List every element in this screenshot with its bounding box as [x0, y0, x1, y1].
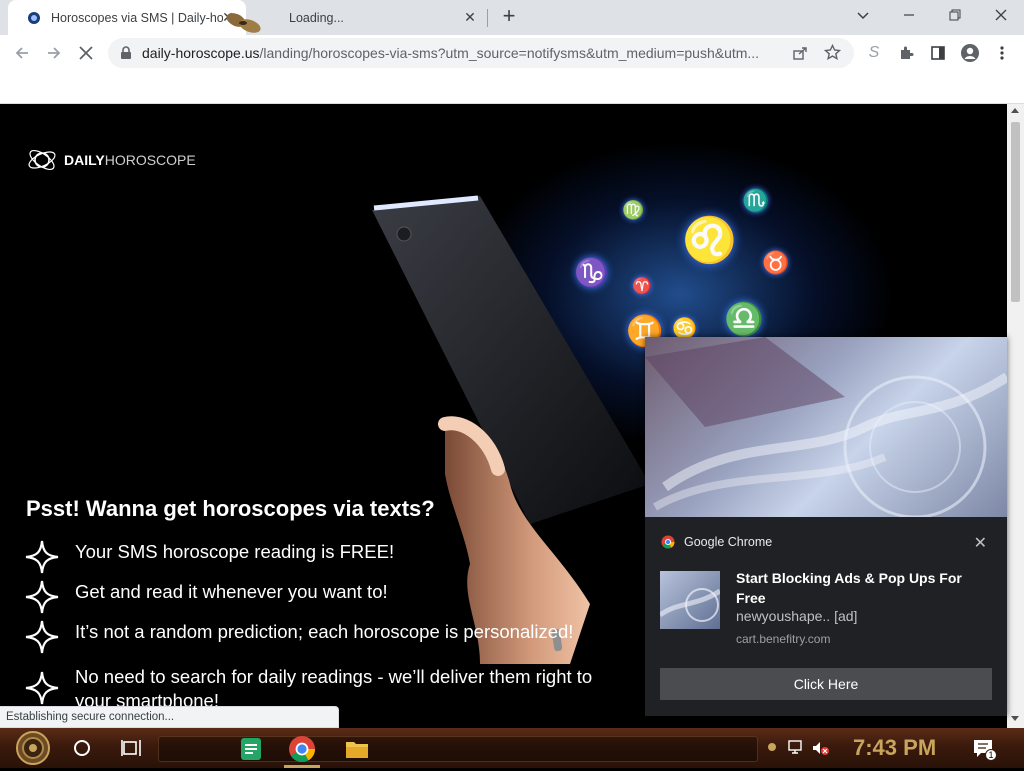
- sparkle-star-icon: [25, 671, 59, 705]
- notification-domain: cart.benefitry.com: [736, 632, 831, 646]
- phone-hand-illustration: [372, 195, 650, 664]
- page-headline: Psst! Wanna get horoscopes via texts?: [26, 496, 435, 521]
- chrome-logo-icon: [661, 535, 675, 549]
- task-view-icon: [121, 740, 141, 756]
- minimize-button[interactable]: [886, 0, 932, 30]
- share-icon[interactable]: [792, 45, 808, 66]
- taskbar-app-explorer[interactable]: [344, 736, 370, 762]
- zodiac-glyph: ♉: [762, 250, 790, 275]
- zodiac-glyph: ♌: [682, 216, 737, 265]
- close-window-button[interactable]: [978, 0, 1024, 30]
- network-icon[interactable]: [788, 740, 806, 756]
- profile-button[interactable]: [956, 39, 984, 67]
- tab-strip: Horoscopes via SMS | Daily-ho ✕ Loading.…: [0, 0, 1024, 35]
- zodiac-glyph: ♎: [724, 301, 764, 337]
- feature-text: Get and read it whenever you want to!: [75, 581, 388, 602]
- tray-overflow-icon[interactable]: [768, 743, 776, 751]
- sparkle-star-icon: [25, 540, 59, 574]
- forward-arrow-icon: [48, 47, 61, 59]
- notification-thumbnail: [660, 571, 720, 629]
- loading-spinner-icon: [264, 10, 280, 26]
- feature-item: It’s not a random prediction; each horos…: [24, 619, 573, 655]
- taskbar-clock[interactable]: 7:43 PM: [853, 735, 936, 761]
- zodiac-glyph: ♍: [622, 200, 645, 220]
- volume-muted-icon[interactable]: [812, 740, 830, 756]
- notification-action-button[interactable]: Click Here: [660, 668, 992, 700]
- kebab-menu-icon: [1000, 46, 1004, 60]
- toolbar: daily-horoscope.us/landing/horoscopes-vi…: [0, 35, 1024, 71]
- action-center-button[interactable]: 1: [972, 738, 998, 762]
- zodiac-glyph: ♏: [742, 188, 770, 213]
- url-host: daily-horoscope.us: [142, 45, 260, 61]
- spreadsheet-app-icon: [241, 738, 261, 760]
- notification-source: Google Chrome: [661, 535, 772, 549]
- feature-item: Get and read it whenever you want to!: [24, 579, 388, 615]
- new-tab-button[interactable]: +: [496, 5, 522, 29]
- notification-hero-image: [645, 337, 1007, 517]
- cortana-circle-icon: [74, 740, 90, 756]
- avatar-icon: [961, 44, 979, 62]
- bookmark-star-icon[interactable]: [823, 43, 842, 66]
- tab-search-button[interactable]: [840, 0, 886, 30]
- close-icon: [995, 9, 1007, 21]
- side-panel-button[interactable]: [924, 39, 952, 67]
- stop-icon: [79, 46, 93, 60]
- status-bubble: Establishing secure connection...: [0, 706, 339, 728]
- minimize-icon: [904, 14, 914, 16]
- sparkle-star-icon: [25, 580, 59, 614]
- tab-loading[interactable]: Loading... ✕: [250, 0, 488, 35]
- logo-text-bold: DAILY: [64, 152, 105, 168]
- notification-subtitle: newyoushape.. [ad]: [736, 608, 858, 624]
- zodiac-glyph: ♑: [574, 257, 609, 288]
- restore-button[interactable]: [932, 0, 978, 30]
- side-panel-icon: [931, 46, 945, 60]
- start-button[interactable]: [8, 730, 58, 766]
- tab-title: Loading...: [289, 10, 344, 25]
- taskbar-app-chrome[interactable]: [288, 735, 316, 763]
- folder-icon: [346, 742, 368, 758]
- tab-horoscopes[interactable]: Horoscopes via SMS | Daily-ho ✕: [8, 0, 246, 35]
- chrome-notification[interactable]: Google Chrome ✕ Start Blocking Ads & Pop…: [645, 337, 1007, 716]
- stop-loading-button[interactable]: [72, 39, 100, 67]
- lock-icon[interactable]: [120, 46, 132, 65]
- notification-close-icon[interactable]: ✕: [974, 533, 987, 553]
- feature-item: Your SMS horoscope reading is FREE!: [24, 539, 394, 575]
- start-gear-icon: [16, 731, 50, 765]
- taskbar-app-sheets[interactable]: [238, 736, 264, 762]
- page-scrollbar[interactable]: [1007, 104, 1024, 728]
- scroll-up-arrow-icon[interactable]: [1011, 108, 1019, 113]
- notification-title: Start Blocking Ads & Pop Ups For Free: [736, 570, 962, 606]
- chevron-down-icon: [857, 12, 869, 20]
- back-button[interactable]: [8, 39, 36, 67]
- puzzle-icon: [901, 46, 914, 59]
- notification-source-name: Google Chrome: [684, 535, 773, 549]
- menu-button[interactable]: [988, 39, 1016, 67]
- site-favicon-icon: [26, 10, 42, 26]
- search-button[interactable]: [72, 738, 92, 758]
- extensions-button[interactable]: [892, 39, 920, 67]
- tab-title: Horoscopes via SMS | Daily-ho: [51, 10, 223, 25]
- back-arrow-icon: [15, 47, 28, 59]
- url-text[interactable]: daily-horoscope.us/landing/horoscopes-vi…: [142, 45, 782, 61]
- notification-count-badge: 1: [985, 749, 997, 761]
- feature-text: It’s not a random prediction; each horos…: [75, 621, 574, 642]
- feature-text: Your SMS horoscope reading is FREE!: [75, 541, 395, 562]
- url-path: /landing/horoscopes-via-sms?utm_source=n…: [259, 45, 760, 61]
- address-bar[interactable]: daily-horoscope.us/landing/horoscopes-vi…: [108, 38, 854, 68]
- site-logo[interactable]: DAILY HOROSCOPE: [26, 144, 196, 176]
- tab-separator: [487, 9, 488, 27]
- scroll-down-arrow-icon[interactable]: [1011, 716, 1019, 721]
- zodiac-glyph: ♈: [632, 278, 652, 295]
- chrome-logo-icon: [289, 736, 316, 763]
- logo-orbit-icon: [28, 149, 56, 171]
- restore-icon: [949, 9, 961, 21]
- scrollbar-thumb[interactable]: [1011, 122, 1020, 302]
- sparkle-star-icon: [25, 620, 59, 654]
- tab-close-icon[interactable]: ✕: [462, 9, 478, 25]
- extension-s-button[interactable]: S: [860, 39, 888, 67]
- task-view-button[interactable]: [120, 738, 142, 758]
- logo-text-light: HOROSCOPE: [104, 152, 196, 168]
- page-top-gap: [0, 71, 1024, 104]
- forward-button[interactable]: [40, 39, 68, 67]
